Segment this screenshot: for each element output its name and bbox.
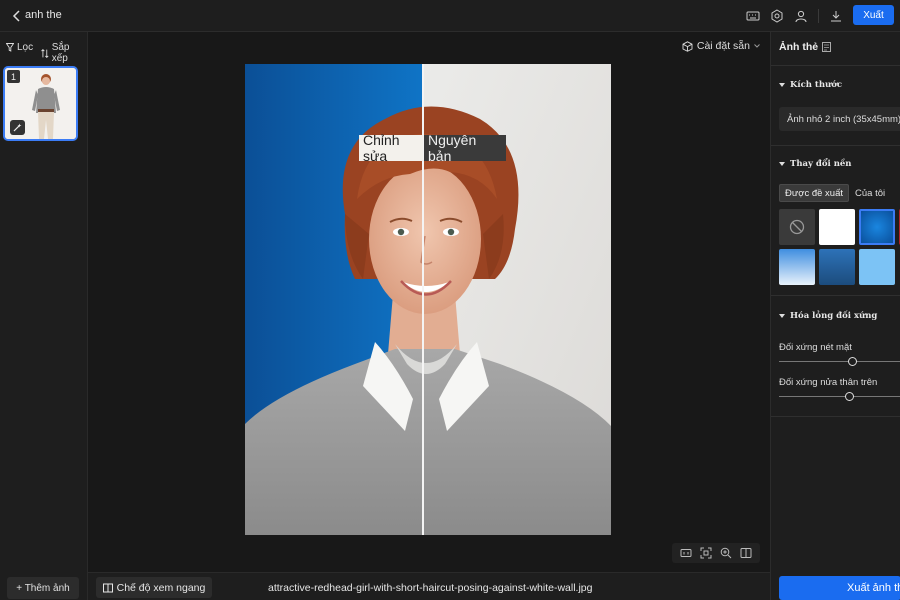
sort-label: Sắp xếp [51, 42, 70, 64]
keyboard-icon[interactable] [745, 8, 761, 24]
background-section-header[interactable]: Thay đổi nền [779, 159, 851, 169]
horizontal-view-button[interactable]: Chế độ xem ngang [96, 577, 212, 598]
actual-size-icon[interactable] [680, 547, 692, 559]
back-arrow-icon[interactable] [10, 8, 24, 24]
swatch-blue-selected[interactable] [859, 209, 895, 245]
face-symmetry-label: Đối xứng nét mặt [779, 342, 852, 353]
canvas-bottom-bar: Chế độ xem ngang attractive-redhead-girl… [88, 572, 770, 600]
slider-knob[interactable] [845, 392, 855, 401]
filter-label: Lọc [17, 42, 34, 53]
face-symmetry-slider[interactable] [779, 357, 900, 366]
magic-wand-icon[interactable] [10, 120, 25, 135]
edited-label: Chỉnh sửa [359, 132, 423, 164]
zoom-in-icon[interactable] [720, 547, 732, 559]
panel-divider [771, 295, 900, 296]
download-icon[interactable] [828, 8, 844, 24]
original-label: Nguyên bản [424, 132, 506, 164]
liquify-section-header[interactable]: Hóa lỏng đối xứng [779, 311, 877, 321]
body-symmetry-label: Đối xứng nửa thân trên [779, 377, 878, 388]
swatch-navy-gradient[interactable] [819, 249, 855, 285]
panel-title-text: Ảnh thẻ [779, 41, 819, 53]
split-view-icon [102, 583, 113, 592]
left-sidebar: Lọc Sắp xếp 1 + Thêm ảnh [0, 32, 88, 600]
background-section-title: Thay đổi nền [790, 159, 852, 169]
caret-down-icon [779, 83, 785, 87]
presets-label: Cài đặt sẵn [696, 40, 750, 52]
caret-down-icon [779, 314, 785, 318]
tab-recommended[interactable]: Được đề xuất [779, 184, 850, 202]
swatch-none[interactable] [779, 209, 815, 245]
view-mode-label: Chế độ xem ngang [116, 581, 206, 594]
compare-split-icon[interactable] [740, 547, 752, 559]
swatch-sky-gradient[interactable] [779, 249, 815, 285]
sort-icon [41, 48, 49, 58]
panel-divider [771, 416, 900, 417]
right-panel: Ảnh thẻ Kích thước Ảnh nhỏ 2 inch (35x45… [770, 32, 900, 600]
export-id-photo-button[interactable]: Xuất ảnh thẻ [779, 576, 900, 600]
file-name: attractive-redhead-girl-with-short-hairc… [268, 582, 593, 594]
cube-icon [682, 40, 693, 52]
filter-button[interactable]: Lọc [6, 42, 33, 53]
no-background-icon [789, 219, 805, 235]
panel-divider [771, 65, 900, 66]
size-select[interactable]: Ảnh nhỏ 2 inch (35x45mm) [779, 107, 900, 131]
user-icon[interactable] [793, 8, 809, 24]
presets-dropdown[interactable]: Cài đặt sẵn [682, 40, 760, 52]
slider-knob[interactable] [847, 357, 857, 366]
id-card-icon [822, 42, 832, 52]
add-photo-button[interactable]: + Thêm ảnh [7, 577, 79, 599]
thumbnail-index: 1 [7, 70, 20, 83]
size-section-title: Kích thước [790, 80, 843, 90]
chevron-down-icon [754, 44, 760, 48]
funnel-icon [6, 43, 14, 52]
tab-mine[interactable]: Của tôi [850, 184, 890, 202]
size-section-header[interactable]: Kích thước [779, 80, 842, 90]
top-bar: anh the Xuất [0, 0, 900, 32]
panel-title: Ảnh thẻ [779, 41, 832, 53]
settings-gear-icon[interactable] [769, 8, 785, 24]
panel-divider [771, 145, 900, 146]
sort-button[interactable]: Sắp xếp [41, 42, 87, 64]
swatch-light-blue[interactable] [859, 249, 895, 285]
swatch-white[interactable] [819, 209, 855, 245]
caret-down-icon [779, 162, 785, 166]
window-title: anh the [25, 9, 62, 21]
toolbar-divider [818, 9, 819, 23]
export-button[interactable]: Xuất [853, 5, 894, 25]
liquify-section-title: Hóa lỏng đối xứng [790, 311, 878, 321]
canvas-area: Cài đặt sẵn Chỉnh sửa Nguyên bản Chế độ … [88, 32, 770, 600]
zoom-toolbar [672, 543, 760, 563]
photo-thumbnail[interactable]: 1 [3, 66, 78, 141]
fit-screen-icon[interactable] [700, 547, 712, 559]
body-symmetry-slider[interactable] [779, 392, 900, 401]
